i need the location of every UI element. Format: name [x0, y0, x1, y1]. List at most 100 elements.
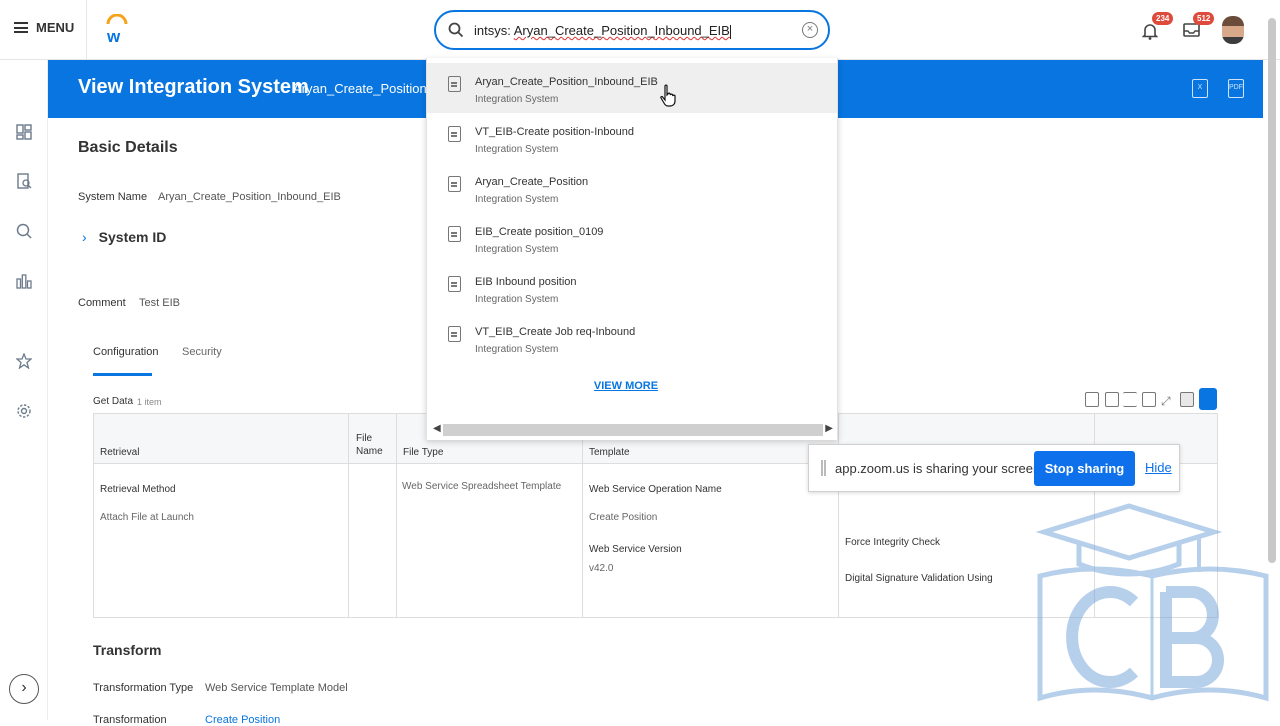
user-avatar[interactable] [1222, 16, 1244, 44]
pdf-export-icon[interactable]: PDF [1228, 79, 1244, 98]
scroll-left-icon[interactable]: ◀ [433, 423, 441, 434]
dashboard-icon[interactable] [16, 124, 32, 140]
search-query: Aryan_Create_Position_Inbound_EIB [513, 23, 730, 38]
divider [86, 0, 87, 60]
column-divider [582, 414, 583, 617]
star-icon[interactable] [16, 353, 32, 369]
result-title: Aryan_Create_Position [475, 176, 589, 188]
drag-handle-icon[interactable] [821, 460, 826, 476]
search-result-item[interactable]: VT_EIB_Create Job req-Inbound Integratio… [427, 313, 837, 363]
ws-operation-label: Web Service Operation Name [589, 484, 722, 495]
dropdown-horizontal-scrollbar[interactable]: ◀ ▶ [431, 422, 835, 438]
export-pdf-icon[interactable] [1105, 392, 1119, 407]
transformation-label: Transformation [93, 714, 167, 726]
col-header-retrieval[interactable]: Retrieval [100, 447, 139, 458]
search-icon [448, 22, 464, 38]
export-excel-icon[interactable] [1085, 392, 1099, 407]
text-caret [729, 24, 731, 39]
col-header-template[interactable]: Template [589, 447, 630, 458]
search-nav-icon[interactable] [16, 223, 32, 239]
result-title: VT_EIB-Create position-Inbound [475, 126, 634, 138]
columns-icon[interactable] [1142, 392, 1156, 407]
filter-icon[interactable] [1123, 392, 1137, 407]
view-more-link[interactable]: VIEW MORE [427, 380, 825, 392]
grid-view-icon[interactable] [1199, 388, 1217, 410]
result-subtitle: Integration System [475, 294, 559, 305]
retrieval-method-value: Attach File at Launch [100, 512, 194, 523]
search-input[interactable]: intsys: Aryan_Create_Position_Inbound_EI… [474, 23, 731, 39]
file-type-value: Web Service Spreadsheet Template [402, 481, 562, 492]
transformation-type-value: Web Service Template Model [205, 682, 348, 694]
document-icon [448, 176, 461, 192]
document-icon [448, 76, 461, 92]
inbox-button[interactable]: 512 [1183, 12, 1215, 43]
chevron-right-icon: › [21, 679, 27, 696]
ws-version-label: Web Service Version [589, 544, 682, 555]
search-prefix: intsys: [474, 23, 514, 38]
result-title: EIB Inbound position [475, 276, 577, 288]
stop-sharing-button[interactable]: Stop sharing [1034, 451, 1135, 486]
scrollbar-thumb[interactable] [443, 424, 823, 436]
get-data-label: Get Data [93, 396, 134, 407]
chart-icon[interactable] [16, 273, 32, 289]
expand-nav-button[interactable]: › [9, 674, 39, 704]
sharing-message: app.zoom.us is sharing your screen. [835, 461, 1044, 476]
search-result-item[interactable]: VT_EIB-Create position-Inbound Integrati… [427, 113, 837, 163]
document-icon [448, 226, 461, 242]
system-id-toggle[interactable]: › System ID [82, 229, 166, 245]
svg-text:w: w [106, 27, 121, 44]
result-subtitle: Integration System [475, 344, 559, 355]
page-scrollbar[interactable] [1268, 18, 1276, 563]
chevron-right-icon: › [82, 229, 87, 245]
workday-logo[interactable]: w [104, 14, 130, 44]
page-subtitle: Aryan_Create_Position_In [293, 81, 445, 96]
hamburger-icon [14, 22, 28, 33]
system-name-label: System Name [78, 191, 148, 203]
cb-graduation-watermark [1035, 503, 1269, 702]
transformation-value[interactable]: Create Position [205, 714, 280, 726]
system-name-value: Aryan_Create_Position_Inbound_EIB [158, 191, 341, 203]
basic-details-heading: Basic Details [78, 139, 178, 156]
report-icon[interactable] [16, 173, 32, 189]
search-bar[interactable]: intsys: Aryan_Create_Position_Inbound_EI… [434, 10, 830, 50]
menu-label: MENU [36, 20, 75, 35]
table-view-icon[interactable] [1180, 392, 1194, 407]
fullscreen-icon[interactable]: ⤢ [1161, 392, 1175, 408]
document-icon [448, 276, 461, 292]
tab-configuration[interactable]: Configuration [93, 346, 158, 358]
col-header-file-type[interactable]: File Type [403, 447, 443, 458]
ws-operation-value: Create Position [589, 512, 658, 523]
result-subtitle: Integration System [475, 94, 559, 105]
zoom-sharing-bar: app.zoom.us is sharing your screen. Stop… [808, 444, 1180, 492]
result-title: EIB_Create position_0109 [475, 226, 604, 238]
excel-export-icon[interactable]: X [1192, 79, 1208, 98]
search-results-dropdown: Aryan_Create_Position_Inbound_EIB Integr… [426, 58, 838, 440]
hand-cursor-icon [660, 84, 676, 107]
column-divider [396, 414, 397, 617]
search-result-item[interactable]: Aryan_Create_Position_Inbound_EIB Integr… [427, 63, 837, 113]
left-nav [0, 60, 48, 720]
result-subtitle: Integration System [475, 244, 559, 255]
result-subtitle: Integration System [475, 194, 559, 205]
tab-security[interactable]: Security [182, 346, 222, 358]
result-title: Aryan_Create_Position_Inbound_EIB [475, 76, 658, 88]
retrieval-method-label: Retrieval Method [100, 484, 176, 495]
search-result-item[interactable]: EIB Inbound position Integration System [427, 263, 837, 313]
document-icon [448, 326, 461, 342]
ws-version-value: v42.0 [589, 563, 614, 574]
notifications-button[interactable]: 234 [1141, 12, 1174, 45]
scroll-right-icon[interactable]: ▶ [825, 423, 833, 434]
menu-button[interactable]: MENU [14, 20, 74, 35]
hide-link[interactable]: Hide [1145, 460, 1172, 475]
gear-icon[interactable] [16, 403, 32, 419]
transformation-type-label: Transformation Type [93, 682, 194, 694]
search-result-item[interactable]: Aryan_Create_Position Integration System [427, 163, 837, 213]
notifications-badge: 234 [1152, 12, 1174, 25]
clear-search-icon[interactable]: × [802, 22, 818, 38]
get-data-count: 1 item [137, 397, 162, 407]
search-result-item[interactable]: EIB_Create position_0109 Integration Sys… [427, 213, 837, 263]
active-tab-indicator [93, 373, 152, 376]
digital-signature-label: Digital Signature Validation Using [845, 573, 993, 584]
column-divider [348, 414, 349, 617]
col-header-file-name[interactable]: File Name [356, 432, 386, 458]
